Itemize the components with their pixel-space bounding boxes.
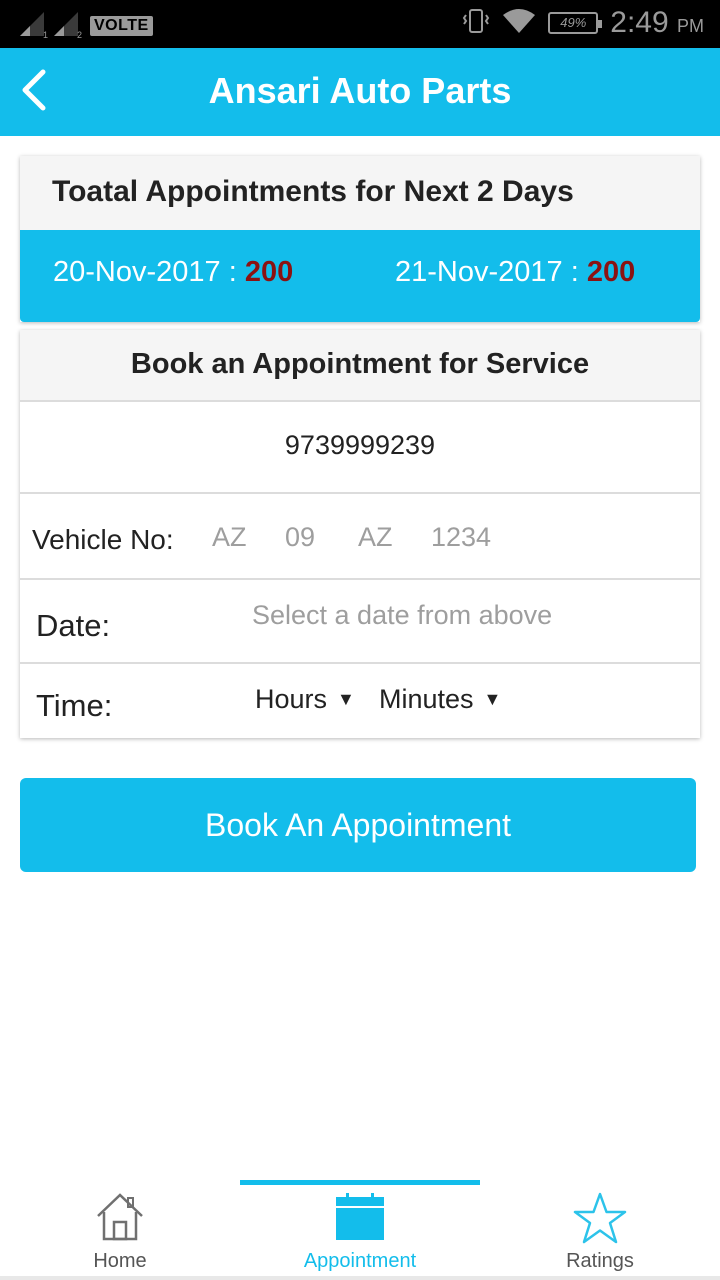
bottom-nav: Home Appointment Ratings — [0, 1180, 720, 1280]
vehicle-number-field[interactable]: 1234 — [431, 522, 491, 553]
hours-label: Hours — [255, 684, 328, 714]
status-bar: 1 2 VOLTE 49% 2:49 PM — [0, 0, 720, 48]
vehicle-series-field[interactable]: AZ — [358, 522, 393, 553]
booking-form-title: Book an Appointment for Service — [20, 330, 700, 402]
day-count-separator: : — [562, 256, 587, 288]
clock-time: 2:49 — [610, 6, 669, 39]
vehicle-row: Vehicle No: AZ 09 AZ 1234 — [20, 494, 700, 580]
home-icon — [95, 1192, 145, 1247]
vehicle-state-field[interactable]: AZ — [212, 522, 247, 553]
minutes-label: Minutes — [379, 684, 474, 714]
phone-field[interactable]: 9739999239 — [20, 430, 700, 461]
day-count-value: 200 — [586, 256, 636, 288]
day-count-1: 20-Nov-2017 : 200 — [53, 256, 293, 289]
sim-slot-2-label: 2 — [76, 30, 82, 40]
date-label: Date: — [36, 608, 111, 643]
nav-appointment[interactable]: Appointment — [240, 1180, 480, 1280]
bottom-edge — [0, 1276, 720, 1280]
hours-dropdown[interactable]: Hours ▼ — [255, 684, 355, 715]
signal-icon: 2 — [52, 10, 82, 40]
caret-down-icon: ▼ — [483, 689, 502, 709]
appointments-summary-card: Toatal Appointments for Next 2 Days 20-N… — [20, 156, 700, 322]
appointments-summary-title: Toatal Appointments for Next 2 Days — [20, 156, 700, 230]
sim-slot-1-label: 1 — [42, 30, 48, 40]
signal-icon: 1 — [18, 10, 48, 40]
time-row: Time: Hours ▼ Minutes ▼ — [20, 664, 700, 738]
vehicle-district-field[interactable]: 09 — [285, 522, 315, 553]
vibrate-icon — [462, 8, 490, 39]
nav-ratings-label: Ratings — [566, 1250, 634, 1272]
wifi-icon — [502, 8, 536, 39]
day-count-2: 21-Nov-2017 : 200 — [395, 256, 635, 289]
clock-ampm: PM — [677, 16, 704, 36]
caret-down-icon: ▼ — [337, 689, 355, 709]
battery-icon: 49% — [548, 12, 603, 34]
app-bar: Ansari Auto Parts — [0, 48, 720, 136]
appointments-summary-body: 20-Nov-2017 : 200 21-Nov-2017 : 200 — [20, 230, 700, 322]
date-field[interactable]: Select a date from above — [252, 600, 552, 631]
star-icon — [572, 1192, 628, 1249]
page-title: Ansari Auto Parts — [208, 70, 512, 111]
nav-appointment-label: Appointment — [303, 1250, 417, 1272]
booking-form-card: Book an Appointment for Service 97399992… — [20, 330, 700, 738]
phone-row: 9739999239 — [20, 402, 700, 494]
calendar-icon — [335, 1192, 385, 1247]
volte-badge: VOLTE — [90, 16, 153, 36]
nav-ratings[interactable]: Ratings — [480, 1180, 720, 1280]
nav-home-label: Home — [93, 1250, 147, 1272]
day-count-value: 200 — [244, 256, 294, 288]
nav-home[interactable]: Home — [0, 1180, 240, 1280]
day-count-separator: : — [220, 256, 245, 288]
clock: 2:49 PM — [610, 6, 704, 40]
time-label: Time: — [36, 688, 113, 723]
vehicle-label: Vehicle No: — [32, 524, 174, 555]
day-count-date: 21-Nov-2017 — [395, 256, 563, 288]
book-appointment-button[interactable]: Book An Appointment — [20, 778, 696, 872]
day-count-date: 20-Nov-2017 — [53, 256, 221, 288]
date-row: Date: Select a date from above — [20, 580, 700, 664]
minutes-dropdown[interactable]: Minutes ▼ — [379, 684, 501, 715]
